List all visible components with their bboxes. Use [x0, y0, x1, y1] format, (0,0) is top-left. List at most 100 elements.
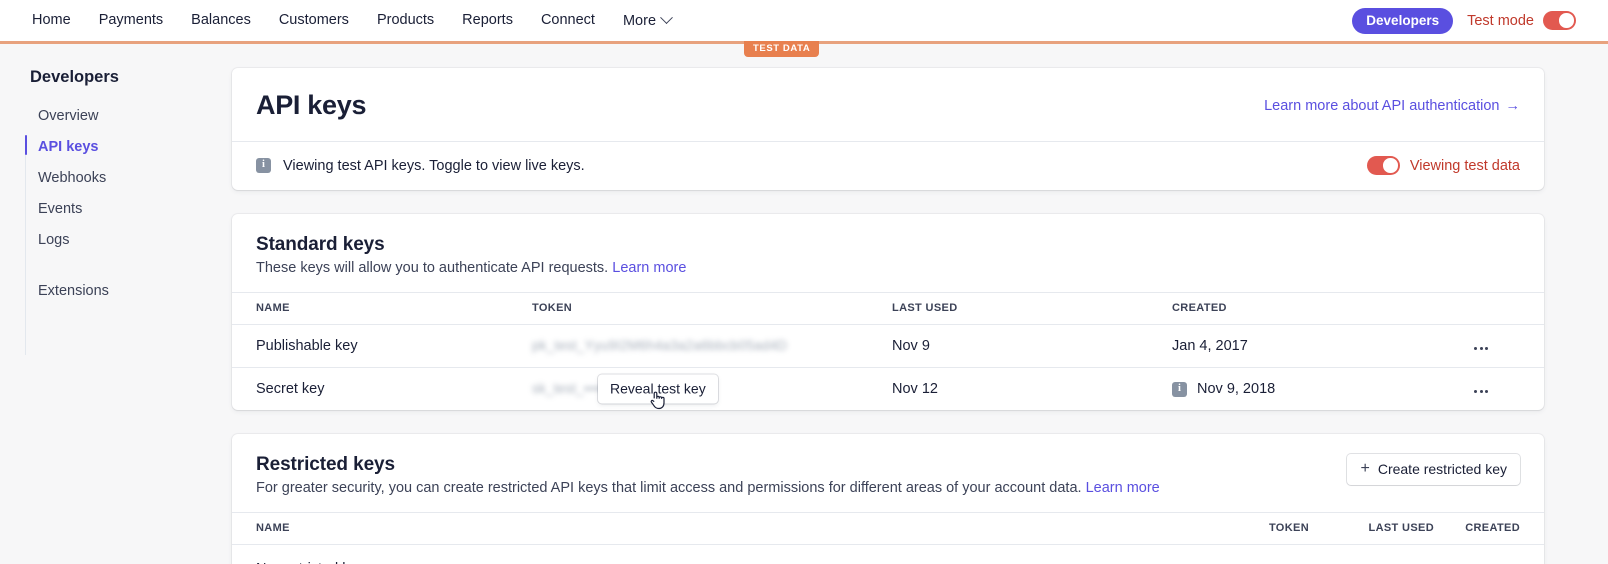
empty-state-row: No restricted keys [232, 545, 1544, 564]
created-with-info: i Nov 9, 2018 [1172, 381, 1474, 397]
page-layout: Developers Overview API keys Webhooks Ev… [0, 44, 1608, 564]
standard-keys-header-text: Standard keys These keys will allow you … [256, 234, 686, 276]
table-header-row: NAME TOKEN LAST USED CREATED [232, 512, 1544, 545]
nav-link-connect[interactable]: Connect [527, 0, 609, 41]
header-top-row: API keys Learn more about API authentica… [232, 68, 1544, 141]
table-row[interactable]: Publishable key pk_test_Yyu9I2M6h4a3a2a6… [232, 324, 1544, 368]
publishable-key-token-masked: pk_test_Yyu9I2M6h4a3a2a6bbcb05ad4D [532, 338, 788, 353]
restricted-keys-card: Restricted keys For greater security, yo… [232, 434, 1544, 564]
cell-key-name: Publishable key [232, 324, 532, 368]
sidebar-item-extensions[interactable]: Extensions [0, 276, 232, 307]
nav-link-home[interactable]: Home [24, 0, 85, 41]
header-note-text: Viewing test API keys. Toggle to view li… [283, 157, 585, 174]
sidebar: Developers Overview API keys Webhooks Ev… [0, 44, 232, 564]
standard-keys-title: Standard keys [256, 234, 385, 255]
standard-keys-description: These keys will allow you to authenticat… [256, 260, 686, 276]
restricted-keys-table-body: No restricted keys [232, 545, 1544, 564]
header-note-row: i Viewing test API keys. Toggle to view … [232, 142, 1544, 190]
sidebar-item-logs[interactable]: Logs [0, 225, 232, 256]
restricted-keys-description-text: For greater security, you can create res… [256, 480, 1082, 496]
cell-last-used: Nov 12 [892, 381, 938, 397]
developers-pill-button[interactable]: Developers [1352, 7, 1454, 34]
test-mode-banner-bar: TEST DATA [0, 41, 1608, 57]
column-header-name: NAME [232, 292, 532, 325]
cell-created: Jan 4, 2017 [1172, 324, 1474, 368]
arrow-right-icon: → [1505, 97, 1521, 114]
table-row[interactable]: Secret key sk_test_•••••••••••••••••••• … [232, 368, 1544, 411]
nav-more-label: More [622, 12, 657, 29]
nav-link-reports[interactable]: Reports [448, 0, 527, 41]
learn-more-api-authentication-link[interactable]: Learn more about API authentication → [1264, 98, 1520, 114]
info-icon: i [256, 158, 271, 173]
reveal-test-key-button[interactable]: Reveal test key [598, 374, 718, 404]
plus-icon: + [1360, 460, 1370, 477]
created-date-text: Nov 9, 2018 [1197, 381, 1276, 397]
standard-keys-table-head: NAME TOKEN LAST USED CREATED [232, 292, 1544, 325]
cell-last-used: Nov 9 [892, 324, 1172, 368]
nav-link-products[interactable]: Products [363, 0, 448, 41]
test-mode-toggle-group[interactable]: Test mode [1467, 11, 1576, 30]
cell-key-token[interactable]: sk_test_•••••••••••••••••••• Reveal test… [532, 368, 892, 411]
test-mode-toggle[interactable] [1543, 11, 1576, 30]
viewing-test-data-label: Viewing test data [1409, 157, 1520, 174]
cell-actions [1474, 368, 1544, 411]
top-nav-links: Home Payments Balances Customers Product… [24, 0, 685, 41]
restricted-keys-table: NAME TOKEN LAST USED CREATED No restrict… [232, 512, 1544, 564]
viewing-test-data-toggle-group[interactable]: Viewing test data [1366, 156, 1520, 175]
standard-keys-table-body: Publishable key pk_test_Yyu9I2M6h4a3a2a6… [232, 324, 1544, 411]
chevron-down-icon [660, 11, 673, 25]
cell-created: i Nov 9, 2018 [1172, 368, 1474, 411]
sidebar-title: Developers [30, 68, 119, 86]
sidebar-item-events[interactable]: Events [0, 194, 232, 225]
create-restricted-key-label: Create restricted key [1377, 461, 1507, 477]
restricted-keys-title: Restricted keys [256, 454, 395, 475]
column-header-last-used: LAST USED [892, 292, 1172, 325]
main-content: API keys Learn more about API authentica… [232, 44, 1608, 564]
page-title: API keys [256, 90, 367, 120]
sidebar-item-overview[interactable]: Overview [0, 101, 232, 132]
restricted-keys-header-text: Restricted keys For greater security, yo… [256, 454, 1160, 496]
column-header-token: TOKEN [1199, 512, 1309, 545]
api-keys-header-card: API keys Learn more about API authentica… [232, 68, 1544, 190]
column-header-created: CREATED [1172, 292, 1474, 325]
nav-link-balances[interactable]: Balances [177, 0, 265, 41]
nav-link-customers[interactable]: Customers [265, 0, 363, 41]
nav-link-more[interactable]: More [609, 11, 685, 29]
restricted-keys-learn-more-link[interactable]: Learn more [1086, 480, 1160, 496]
viewing-test-data-toggle[interactable] [1366, 156, 1400, 175]
column-header-created: CREATED [1434, 512, 1544, 545]
row-overflow-menu-button[interactable] [1474, 390, 1512, 393]
column-header-last-used: LAST USED [1309, 512, 1434, 545]
top-nav-actions: Developers Test mode [1352, 7, 1584, 34]
table-header-row: NAME TOKEN LAST USED CREATED [232, 292, 1544, 325]
empty-state-text: No restricted keys [232, 545, 1544, 564]
nav-link-payments[interactable]: Payments [85, 0, 177, 41]
standard-keys-table: NAME TOKEN LAST USED CREATED Publishable… [232, 292, 1544, 410]
toggle-knob [1383, 158, 1398, 173]
restricted-keys-table-head: NAME TOKEN LAST USED CREATED [232, 512, 1544, 545]
standard-keys-card: Standard keys These keys will allow you … [232, 214, 1544, 410]
row-overflow-menu-button[interactable] [1474, 347, 1512, 350]
sidebar-item-webhooks[interactable]: Webhooks [0, 163, 232, 194]
learn-more-link-label: Learn more about API authentication [1264, 97, 1500, 114]
column-header-token: TOKEN [532, 292, 892, 325]
cell-key-name: Secret key [256, 381, 325, 397]
top-navigation-bar: Home Payments Balances Customers Product… [0, 0, 1608, 41]
sidebar-item-api-keys[interactable]: API keys [0, 132, 232, 163]
sidebar-list: Overview API keys Webhooks Events Logs E… [0, 101, 232, 355]
column-header-name: NAME [232, 512, 1199, 545]
test-mode-label: Test mode [1467, 12, 1534, 29]
cell-key-token[interactable]: pk_test_Yyu9I2M6h4a3a2a6bbcb05ad4D [532, 324, 892, 368]
standard-keys-description-text: These keys will allow you to authenticat… [256, 260, 609, 276]
standard-keys-learn-more-link[interactable]: Learn more [612, 260, 686, 276]
restricted-keys-description: For greater security, you can create res… [256, 480, 1160, 496]
toggle-knob [1559, 13, 1574, 28]
cell-actions [1474, 324, 1544, 368]
column-header-actions [1474, 292, 1544, 325]
create-restricted-key-button[interactable]: + Create restricted key [1347, 454, 1520, 485]
info-icon: i [1172, 381, 1187, 397]
test-data-badge: TEST DATA [744, 41, 820, 57]
restricted-keys-header: Restricted keys For greater security, yo… [232, 434, 1544, 512]
standard-keys-header: Standard keys These keys will allow you … [232, 214, 1544, 292]
